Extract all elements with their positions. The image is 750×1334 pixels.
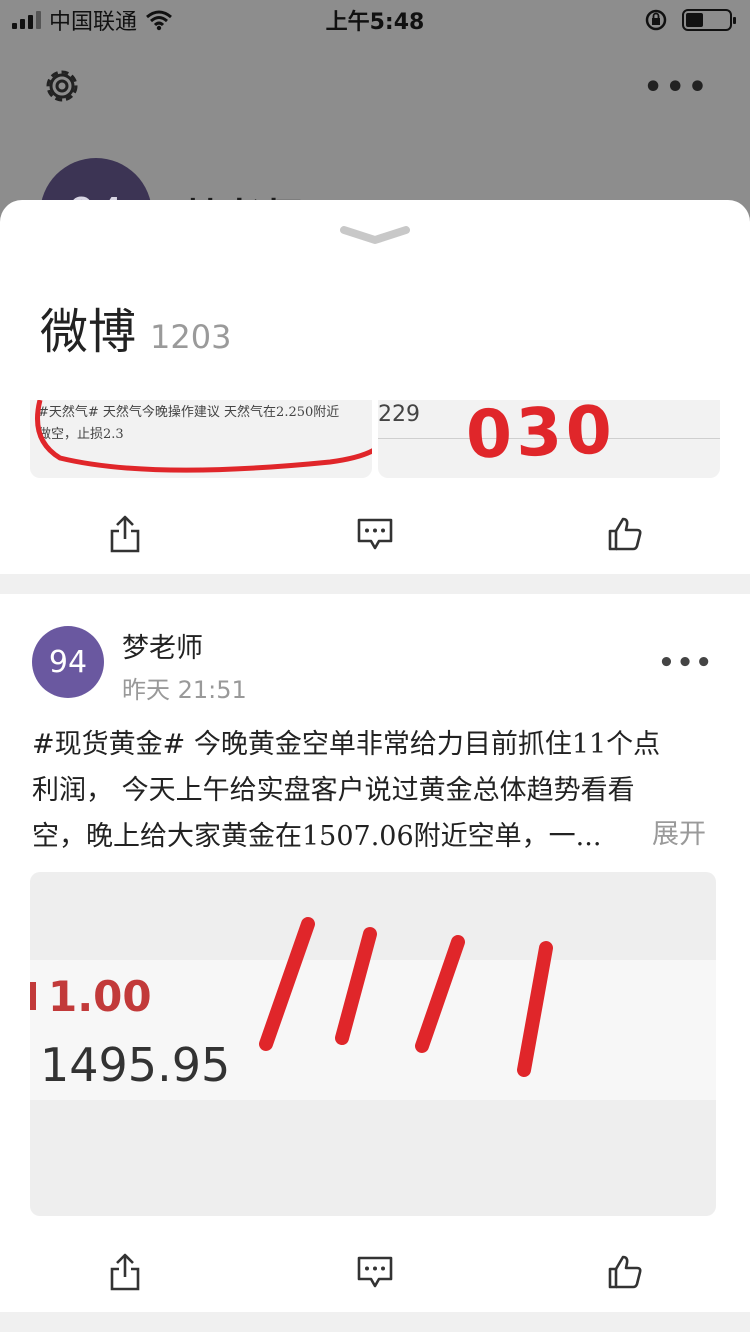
comment-icon	[357, 518, 393, 550]
author-name[interactable]: 梦老师	[122, 626, 203, 665]
more-icon[interactable]: •••	[658, 648, 714, 678]
post-image[interactable]: 229 030	[378, 400, 720, 478]
share-button[interactable]	[103, 1250, 147, 1294]
section-divider	[0, 1312, 750, 1332]
avatar[interactable]: 94	[32, 626, 104, 698]
gear-icon[interactable]	[40, 64, 84, 108]
image-number: 229	[378, 402, 420, 427]
carrier-label: 中国联通	[49, 10, 138, 35]
page-title: 微博	[40, 304, 137, 360]
section-divider	[0, 574, 750, 594]
comment-button[interactable]	[353, 1250, 397, 1294]
chevron-down-icon[interactable]	[340, 224, 410, 246]
background-profile-header: ••• 94 梦老师	[0, 40, 750, 270]
more-icon[interactable]: •••	[643, 70, 710, 105]
like-button[interactable]	[603, 512, 647, 556]
share-button[interactable]	[103, 512, 147, 556]
expand-link[interactable]: 展开	[652, 812, 706, 851]
status-left: 中国联通	[12, 4, 173, 36]
handwritten-annotation: 030	[464, 400, 618, 474]
sheet-title: 微博 1203	[40, 292, 231, 362]
post-image[interactable]: #天然气# 天然气今晚操作建议 天然气在2.250附近 做空，止损2.3	[30, 400, 372, 478]
like-button[interactable]	[603, 1250, 647, 1294]
signal-icon	[12, 11, 41, 29]
post-time: 昨天 21:51	[122, 676, 247, 704]
comment-button[interactable]	[353, 512, 397, 556]
previous-post-images: #天然气# 天然气今晚操作建议 天然气在2.250附近 做空，止损2.3 229…	[30, 400, 720, 478]
post-image[interactable]: 1.00 1495.95	[30, 872, 716, 1216]
weibo-sheet: 微博 1203 #天然气# 天然气今晚操作建议 天然气在2.250附近 做空，止…	[0, 200, 750, 1334]
post-count: 1203	[150, 318, 232, 356]
share-icon	[110, 1253, 140, 1291]
comment-icon	[357, 1256, 393, 1288]
rotation-lock-icon	[645, 9, 667, 31]
like-icon	[608, 517, 642, 551]
status-bar: 中国联通 上午5:48	[0, 0, 750, 40]
status-right	[644, 8, 736, 32]
handwritten-annotation	[30, 917, 553, 1077]
post-actions	[0, 1232, 750, 1312]
wifi-icon	[146, 10, 172, 31]
post-text[interactable]: #现货黄金# 今晚黄金空单非常给力目前抓住11个点 利润， 今天上午给实盘客户说…	[32, 722, 722, 860]
annotation-circle	[35, 400, 372, 473]
like-icon	[608, 1255, 642, 1289]
share-icon	[110, 515, 140, 553]
previous-post-actions	[0, 494, 750, 574]
battery-icon	[682, 9, 736, 31]
